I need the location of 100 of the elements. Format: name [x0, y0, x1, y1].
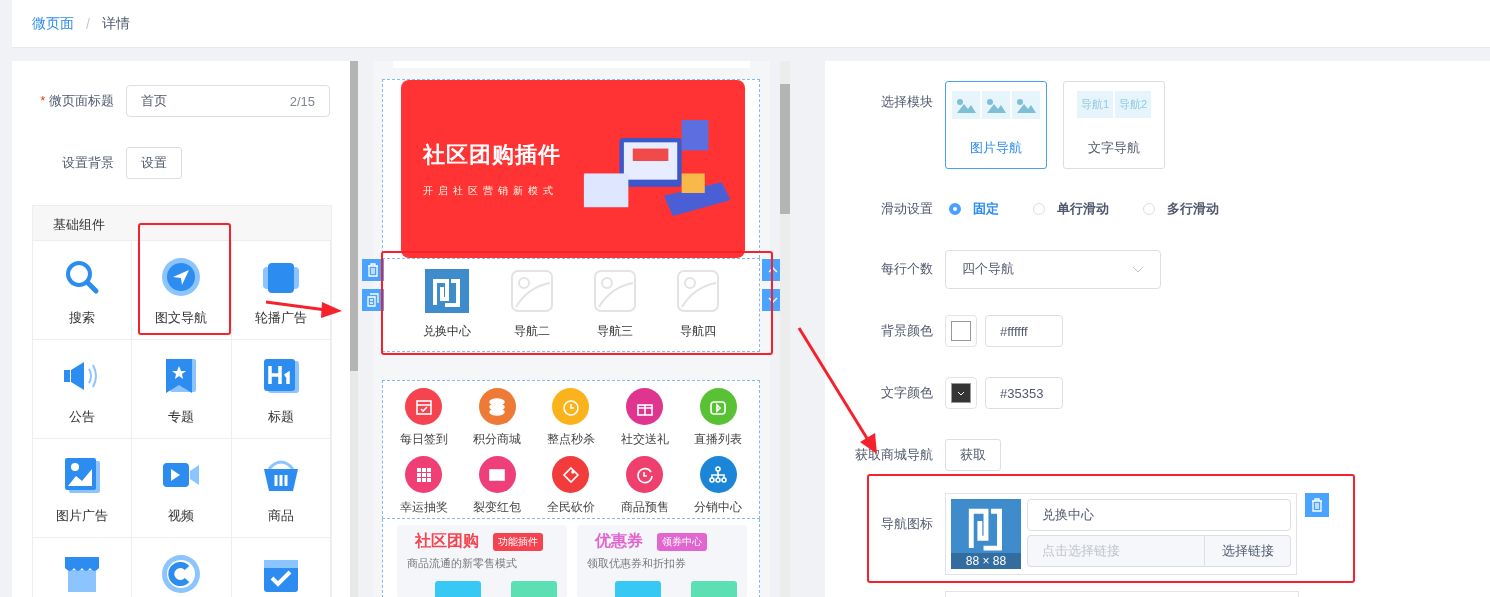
image-size-caption: 88 × 88: [951, 553, 1021, 569]
navigation-icon: [161, 257, 202, 297]
promo-image: [511, 581, 557, 597]
navigation-label: 兑换中心: [422, 323, 471, 341]
shortcut-item[interactable]: 分销中心: [681, 456, 755, 519]
shortcut-label: 裂变红包: [473, 499, 522, 517]
image-placeholder-icon: [509, 269, 554, 314]
banner-title: 社区团购插件: [423, 140, 561, 169]
shortcut-item[interactable]: 每日签到: [387, 388, 461, 451]
promo-title: 优惠券: [595, 531, 643, 552]
coupon-icon: [161, 554, 202, 594]
color-input[interactable]: #ffffff: [985, 315, 1063, 347]
component-item[interactable]: 轮播广告: [231, 240, 331, 339]
field-label: 设置背景: [61, 154, 114, 172]
component-item[interactable]: 商品: [231, 438, 331, 537]
shortcut-label: 幸运抽奖: [399, 499, 448, 517]
delete-button[interactable]: [362, 259, 384, 281]
set-background-button[interactable]: 设置: [126, 147, 182, 179]
promo-image: [691, 581, 737, 597]
navigation-label: 导航四: [679, 323, 716, 341]
shortcut-label: 整点秒杀: [547, 431, 595, 449]
component-item[interactable]: 公告: [33, 339, 133, 438]
component-label: 搜索: [69, 309, 96, 327]
radio-option[interactable]: 单行滑动: [1033, 200, 1109, 218]
module-option[interactable]: 图片导航: [945, 81, 1047, 169]
promo-tag: 功能插件: [493, 532, 543, 551]
component-label: 图文导航: [155, 309, 208, 327]
navigation-label: 导航三: [596, 323, 633, 341]
field-label: 背景颜色: [880, 322, 933, 340]
required-mark: *: [40, 93, 46, 108]
panel-title: 基础组件: [33, 206, 331, 240]
component-label: 公告: [69, 408, 96, 426]
component-item[interactable]: 专题: [132, 339, 232, 438]
component-label: 商品: [267, 507, 294, 525]
logo-icon: [424, 269, 469, 314]
module-option[interactable]: 导航1 导航2 文字导航: [1063, 81, 1165, 169]
fetch-button[interactable]: 获取: [945, 439, 1001, 471]
component-label: 标题: [267, 408, 294, 426]
component-label: 轮播广告: [254, 309, 307, 327]
copy-button[interactable]: [362, 289, 384, 311]
count-select[interactable]: 四个导航: [945, 249, 1161, 289]
field-label: 导航图标: [880, 515, 933, 533]
trash-icon: [366, 263, 380, 277]
component-item[interactable]: 视频: [132, 438, 232, 537]
trash-icon: [1310, 498, 1324, 512]
component-label: 图片广告: [56, 507, 109, 525]
shortcut-item[interactable]: 幸运抽奖: [387, 456, 461, 519]
image-placeholder-icon: [675, 269, 720, 314]
image-icon: [62, 455, 103, 495]
title-input[interactable]: 首页 2/15: [126, 85, 330, 117]
shortcut-label: 分销中心: [694, 499, 743, 517]
color-picker[interactable]: [945, 377, 977, 409]
breadcrumb-item: 详情: [101, 14, 130, 33]
shortcut-item[interactable]: 整点秒杀: [534, 388, 608, 451]
promo-card[interactable]: 优惠券 领券中心 领取优惠券和折扣券: [577, 525, 747, 597]
shortcut-item[interactable]: 积分商城: [460, 388, 535, 451]
name-input[interactable]: 兑换中心: [1027, 499, 1291, 531]
field-label: 文字颜色: [880, 384, 933, 402]
component-item[interactable]: 图文导航: [132, 240, 232, 339]
promo-title: 社区团购: [415, 531, 479, 552]
promo-image: [435, 581, 481, 597]
scrollbar[interactable]: [350, 61, 358, 597]
select-link-button[interactable]: 选择链接: [1205, 535, 1291, 567]
preview-chip: 导航1: [1076, 91, 1113, 118]
shortcut-label: 全民砍价: [547, 499, 595, 517]
shortcut-label: 社交送礼: [620, 431, 669, 449]
component-label: 专题: [168, 408, 195, 426]
image-navigation-block[interactable]: 兑换中心 导航二 导航三 导航四: [382, 257, 760, 352]
breadcrumb-item[interactable]: 微页面: [32, 14, 74, 33]
shortcut-item[interactable]: 直播列表: [681, 388, 755, 451]
field-label: * 微页面标题: [39, 92, 114, 110]
shortcut-label: 积分商城: [473, 431, 522, 449]
promo-card[interactable]: 社区团购 功能插件 商品流通的新零售模式: [397, 525, 567, 597]
delete-button[interactable]: [1305, 493, 1329, 517]
shortcut-label: 直播列表: [694, 431, 743, 449]
shortcut-item[interactable]: 全民砍价: [534, 456, 608, 519]
scrollbar[interactable]: [780, 61, 790, 597]
promo-subtitle: 商品流通的新零售模式: [407, 556, 518, 572]
icon-upload[interactable]: 88 × 88: [951, 499, 1021, 569]
preview-chip: 导航2: [1115, 91, 1152, 118]
radio-option[interactable]: 多行滑动: [1143, 200, 1219, 218]
field-label: 选择模块: [880, 93, 933, 111]
color-picker[interactable]: [945, 315, 977, 347]
promo-image: [615, 581, 661, 597]
image-icon: [982, 91, 1010, 119]
component-item[interactable]: 标题: [231, 339, 331, 438]
component-item[interactable]: 搜索: [33, 240, 133, 339]
navigation-label: 导航二: [513, 323, 550, 341]
shortcut-label: 商品预售: [620, 499, 669, 517]
component-item[interactable]: 图片广告: [33, 438, 133, 537]
shortcut-item[interactable]: 社交送礼: [607, 388, 682, 451]
shortcut-item[interactable]: 商品预售: [607, 456, 682, 519]
field-label: 滑动设置: [880, 200, 933, 218]
image-icon: [952, 91, 980, 119]
promo-subtitle: 领取优惠券和折扣券: [587, 556, 687, 572]
color-input[interactable]: #35353: [985, 377, 1063, 409]
image-placeholder-icon: [592, 269, 637, 314]
banner-subtitle: 开启社区营销新模式: [423, 183, 559, 198]
promo-tag: 领券中心: [657, 532, 707, 551]
shortcut-item[interactable]: 裂变红包: [460, 456, 535, 519]
